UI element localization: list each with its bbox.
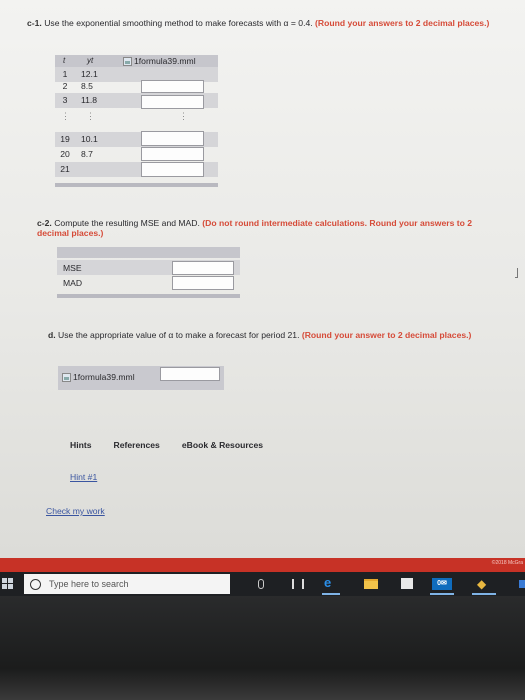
mad-label: MAD (63, 278, 83, 288)
cell-t: 21 (60, 164, 70, 174)
cell-t: 2 (62, 81, 68, 91)
active-app-underline (430, 593, 454, 595)
ebook-tab[interactable]: eBook & Resources (182, 440, 263, 450)
cell-t: 20 (60, 149, 70, 159)
formula-image: 1formula39.mml (123, 55, 196, 67)
copyright-text: ©2018 McGra (491, 560, 523, 566)
ellipsis-t: ⋮ (61, 111, 70, 121)
formula-image-label: 1formula39.mml (73, 372, 135, 382)
broken-image-icon (62, 372, 71, 382)
forecast-input-21[interactable] (141, 162, 204, 177)
question-text: Use the exponential smoothing method to … (44, 18, 313, 28)
table-header: t yt 1formula39.mml (55, 55, 218, 67)
question-c1: c-1. Use the exponential smoothing metho… (27, 18, 497, 28)
active-app-underline (322, 593, 340, 595)
header-yt: yt (87, 56, 94, 65)
check-my-work-link[interactable]: Check my work (46, 506, 105, 516)
edge-browser-icon[interactable]: e (324, 575, 338, 590)
formula-image: 1formula39.mml (62, 371, 135, 383)
browser-page: c-1. Use the exponential smoothing metho… (0, 0, 525, 558)
table-footer-bar (55, 183, 218, 187)
windows-start-icon[interactable] (2, 578, 13, 589)
forecast-input-20[interactable] (141, 147, 204, 161)
search-placeholder: Type here to search (49, 579, 129, 589)
cell-y: 11.8 (81, 95, 98, 105)
file-explorer-icon[interactable] (364, 579, 378, 589)
mse-label: MSE (63, 263, 82, 273)
question-number: c-2. (37, 218, 52, 228)
cell-t: 19 (60, 134, 70, 144)
question-text: Compute the resulting MSE and MAD. (54, 218, 200, 228)
task-view-icon[interactable] (292, 579, 304, 589)
app-icon[interactable]: ◆ (477, 578, 489, 590)
monitor-bezel (0, 596, 525, 700)
taskbar-search[interactable]: Type here to search (24, 574, 230, 594)
resource-tabs: Hints References eBook & Resources (70, 440, 285, 450)
hints-tab[interactable]: Hints (70, 440, 91, 450)
microphone-icon[interactable] (258, 579, 264, 589)
question-text: Use the appropriate value of α to make a… (58, 330, 300, 340)
question-d: d. Use the appropriate value of α to mak… (48, 330, 498, 340)
show-desktop-icon[interactable] (519, 580, 525, 588)
question-c2: c-2. Compute the resulting MSE and MAD. … (37, 218, 497, 238)
active-app-underline (472, 593, 496, 595)
question-number: c-1. (27, 18, 42, 28)
outlook-icon[interactable]: 0✉ (432, 578, 452, 590)
cortana-icon (30, 578, 41, 590)
cell-t: 3 (62, 95, 68, 105)
cell-y: 8.7 (81, 149, 93, 159)
mad-input[interactable] (172, 276, 234, 290)
hint-1-link[interactable]: Hint #1 (70, 472, 97, 482)
ellipsis-f: ⋮ (179, 111, 188, 121)
forecast-21-input[interactable] (160, 367, 220, 381)
cell-t: 1 (62, 69, 68, 79)
cell-y: 8.5 (81, 81, 93, 91)
cell-y: 12.1 (81, 69, 98, 79)
question-note: (Round your answers to 2 decimal places.… (315, 18, 490, 28)
store-icon[interactable] (401, 578, 413, 589)
question-number: d. (48, 330, 56, 340)
forecast-input-3[interactable] (141, 95, 204, 109)
forecast-input-2[interactable] (141, 80, 204, 93)
footer-bar: ©2018 McGra (0, 558, 525, 572)
windows-taskbar: Type here to search e 0✉ ◆ (0, 572, 525, 596)
cell-y: 10.1 (81, 134, 98, 144)
header-t: t (63, 56, 66, 65)
broken-image-icon (123, 56, 132, 66)
ellipsis-y: ⋮ (86, 111, 95, 121)
question-note: (Round your answer to 2 decimal places.) (301, 330, 472, 340)
table-header (57, 247, 240, 258)
scroll-indicator[interactable] (515, 268, 518, 278)
formula-image-label: 1formula39.mml (134, 56, 196, 66)
mse-input[interactable] (172, 261, 234, 275)
forecast-input-19[interactable] (141, 131, 204, 146)
references-tab[interactable]: References (113, 440, 159, 450)
table-footer-bar (57, 294, 240, 298)
